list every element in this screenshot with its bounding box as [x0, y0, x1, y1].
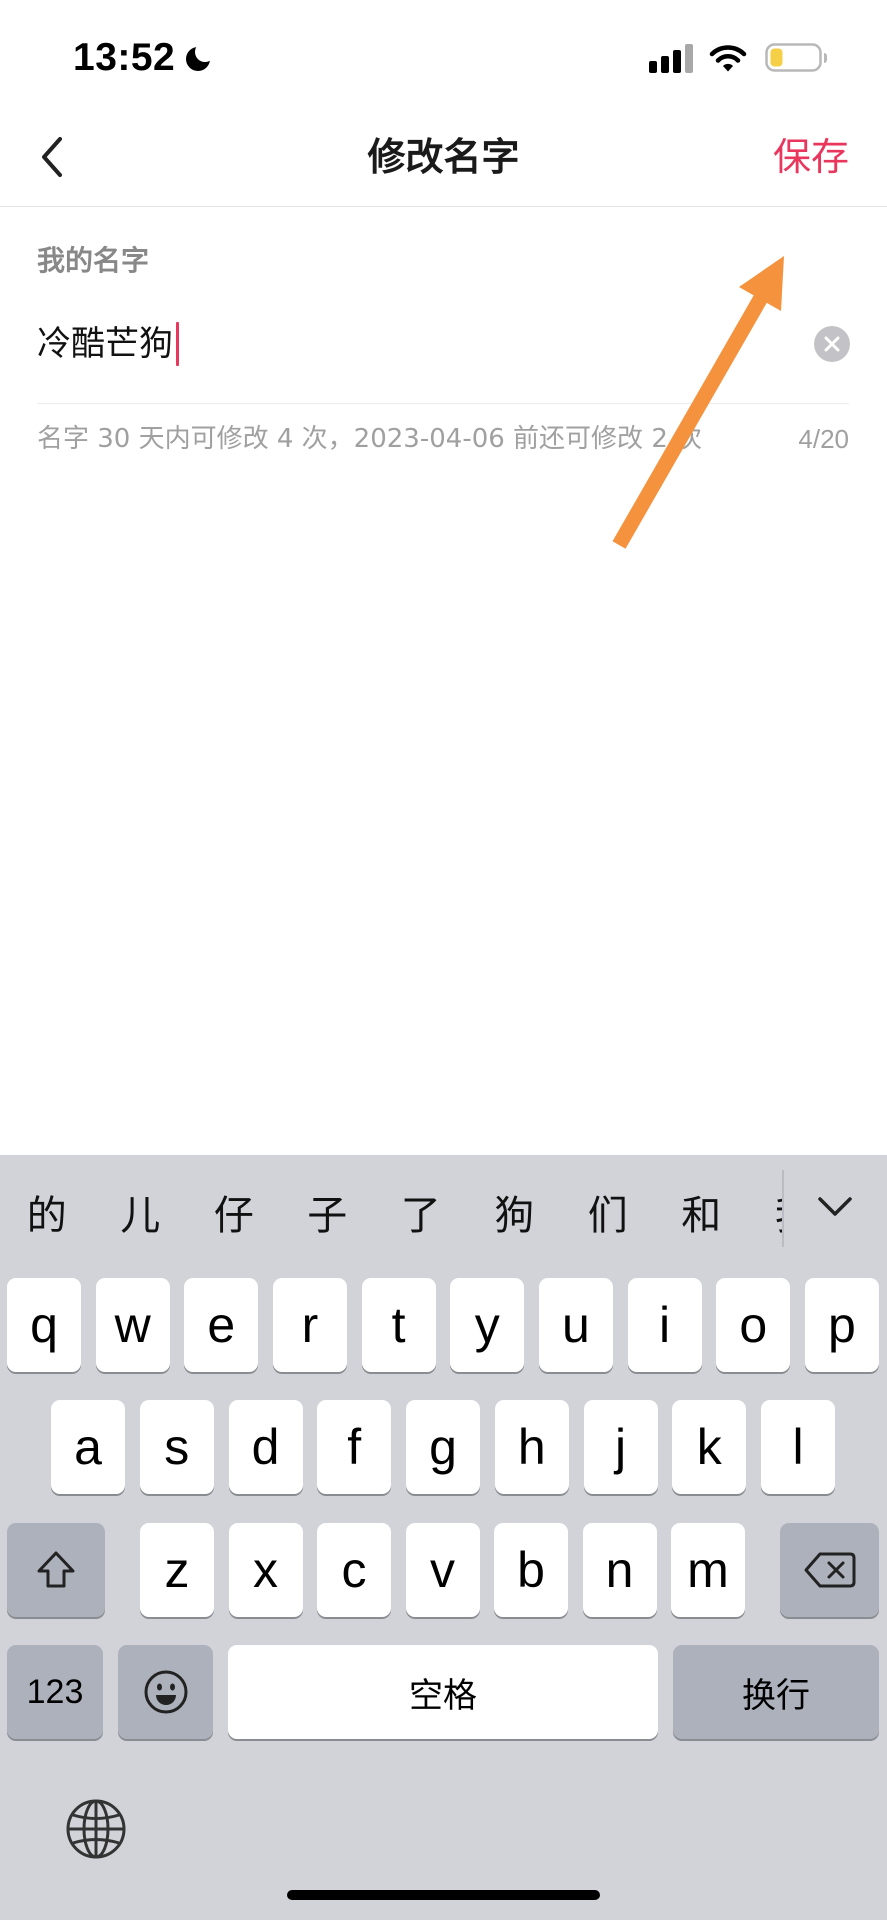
key-j[interactable]: j — [583, 1400, 658, 1494]
key-n[interactable]: n — [582, 1523, 657, 1617]
candidate-bar: 的 儿 仔 子 了 狗 们 和 我 — [0, 1155, 782, 1277]
key-z[interactable]: z — [140, 1523, 214, 1617]
key-r[interactable]: r — [272, 1278, 347, 1372]
clear-circle-icon[interactable] — [814, 326, 850, 362]
candidate-word[interactable]: 仔 — [187, 1155, 281, 1277]
status-time: 13:52 — [73, 36, 176, 79]
candidate-word[interactable]: 和 — [655, 1155, 749, 1277]
key-row-2: a s d f g h j k l — [51, 1400, 835, 1494]
status-bar: 13:52 — [0, 0, 887, 100]
key-i[interactable]: i — [627, 1278, 702, 1372]
nav-divider — [0, 206, 887, 207]
globe-icon[interactable] — [65, 1798, 127, 1860]
save-button[interactable]: 保存 — [773, 135, 849, 179]
name-change-hint: 名字 30 天内可修改 4 次，2023-04-06 前还可修改 2 次 — [37, 424, 703, 454]
numbers-key[interactable]: 123 — [7, 1645, 103, 1739]
page-title: 修改名字 — [367, 135, 520, 179]
key-q[interactable]: q — [7, 1278, 81, 1372]
wifi-icon — [709, 45, 747, 72]
keyboard: 的 儿 仔 子 了 狗 们 和 我 q w e r t y u i o p a … — [0, 1155, 887, 1920]
key-o[interactable]: o — [716, 1278, 791, 1372]
key-s[interactable]: s — [139, 1400, 214, 1494]
key-row-1: q w e r t y u i o p — [7, 1278, 879, 1372]
name-field-label: 我的名字 — [37, 244, 150, 277]
key-p[interactable]: p — [804, 1278, 879, 1372]
delete-icon — [804, 1552, 855, 1588]
candidate-word[interactable]: 我 — [748, 1155, 782, 1277]
key-w[interactable]: w — [95, 1278, 170, 1372]
cellular-signal-icon — [649, 44, 693, 73]
candidate-word[interactable]: 们 — [561, 1155, 655, 1277]
name-input[interactable]: 冷酷芒狗 — [37, 318, 849, 374]
candidate-word[interactable]: 的 — [0, 1155, 94, 1277]
key-f[interactable]: f — [317, 1400, 392, 1494]
key-h[interactable]: h — [494, 1400, 569, 1494]
key-t[interactable]: t — [361, 1278, 436, 1372]
shift-key[interactable] — [7, 1523, 105, 1617]
candidate-word[interactable]: 狗 — [468, 1155, 562, 1277]
emoji-icon — [144, 1670, 187, 1714]
battery-icon — [765, 43, 827, 72]
key-d[interactable]: d — [228, 1400, 303, 1494]
key-m[interactable]: m — [671, 1523, 745, 1617]
chevron-down-icon[interactable] — [815, 1195, 855, 1219]
name-input-value: 冷酷芒狗 — [37, 324, 173, 364]
key-x[interactable]: x — [228, 1523, 303, 1617]
key-u[interactable]: u — [538, 1278, 613, 1372]
key-k[interactable]: k — [672, 1400, 747, 1494]
moon-icon — [186, 43, 214, 71]
space-key[interactable]: 空格 — [228, 1645, 658, 1739]
candidate-word[interactable]: 子 — [281, 1155, 375, 1277]
key-g[interactable]: g — [406, 1400, 480, 1494]
return-key[interactable]: 换行 — [673, 1645, 879, 1739]
candidate-separator — [782, 1170, 784, 1247]
key-e[interactable]: e — [184, 1278, 259, 1372]
home-indicator[interactable] — [287, 1890, 600, 1900]
emoji-key[interactable] — [118, 1645, 213, 1739]
candidate-word[interactable]: 儿 — [94, 1155, 188, 1277]
candidate-word[interactable]: 了 — [374, 1155, 468, 1277]
delete-key[interactable] — [780, 1523, 879, 1617]
key-v[interactable]: v — [405, 1523, 480, 1617]
input-divider — [37, 403, 849, 404]
text-caret — [176, 322, 179, 366]
character-counter: 4/20 — [798, 424, 849, 454]
shift-icon — [37, 1551, 75, 1588]
key-y[interactable]: y — [450, 1278, 525, 1372]
key-l[interactable]: l — [761, 1400, 835, 1494]
key-row-3: z x c v b n m — [140, 1523, 745, 1617]
key-a[interactable]: a — [51, 1400, 125, 1494]
key-c[interactable]: c — [317, 1523, 391, 1617]
key-b[interactable]: b — [494, 1523, 568, 1617]
clear-x-icon — [824, 336, 840, 352]
